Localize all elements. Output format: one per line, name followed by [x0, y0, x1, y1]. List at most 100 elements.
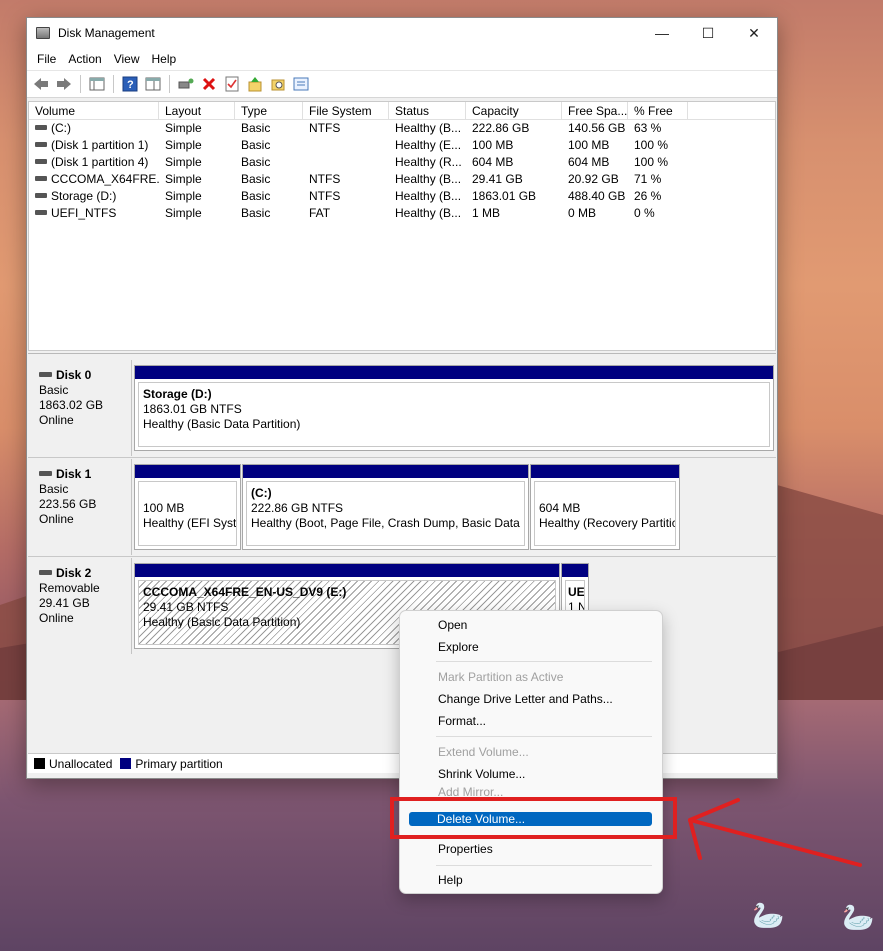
help-icon[interactable]: ? [120, 74, 140, 94]
disk-icon [39, 372, 52, 378]
partition-storage-d[interactable]: Storage (D:) 1863.01 GB NTFS Healthy (Ba… [134, 365, 774, 451]
table-row[interactable]: CCCOMA_X64FRE... Simple Basic NTFS Healt… [29, 171, 775, 188]
cell-percent-free: 100 % [634, 138, 669, 152]
column-header-volume[interactable]: Volume [29, 102, 159, 120]
table-row[interactable]: UEFI_NTFS Simple Basic FAT Healthy (B...… [29, 205, 775, 222]
search-icon[interactable] [268, 74, 288, 94]
forward-icon[interactable] [54, 74, 74, 94]
menu-separator [436, 865, 652, 866]
connect-icon[interactable] [176, 74, 196, 94]
legend-unallocated: Unallocated [49, 756, 113, 771]
table-row[interactable]: (C:) Simple Basic NTFS Healthy (B... 222… [29, 120, 775, 137]
cell-type: Basic [241, 155, 271, 169]
partition-recovery[interactable]: 604 MB Healthy (Recovery Partitic [530, 464, 680, 550]
menu-file[interactable]: File [31, 52, 62, 66]
disk-row-divider [28, 556, 776, 557]
drive-icon [35, 125, 47, 131]
table-row[interactable]: (Disk 1 partition 4) Simple Basic Health… [29, 154, 775, 171]
partition-status: Healthy (Recovery Partitic [539, 516, 676, 530]
disk-name: Disk 2 [56, 566, 92, 580]
maximize-button[interactable]: ☐ [685, 18, 731, 48]
cell-free-space: 100 MB [568, 138, 610, 152]
window-controls: — ☐ ✕ [639, 18, 777, 48]
menu-item-help[interactable]: Help [405, 869, 657, 891]
disk-management-icon [36, 27, 50, 39]
window-title: Disk Management [58, 26, 155, 40]
menu-separator [436, 736, 652, 737]
menu-item-format[interactable]: Format... [405, 710, 657, 732]
disk-type: Basic [39, 482, 69, 496]
disk-type: Basic [39, 383, 69, 397]
disk-icon [39, 471, 52, 477]
partition-bar [135, 564, 559, 577]
column-header-free-space[interactable]: Free Spa... [562, 102, 628, 120]
partition-size: 604 MB [539, 501, 581, 515]
column-header-status[interactable]: Status [389, 102, 466, 120]
partition-status: Healthy (Basic Data Partition) [143, 417, 301, 431]
volume-list-header: Volume Layout Type File System Status Ca… [29, 102, 775, 120]
cell-layout: Simple [165, 155, 202, 169]
menu-view[interactable]: View [108, 52, 146, 66]
partition-bar [135, 465, 240, 478]
cell-status: Healthy (R... [395, 155, 462, 169]
annotation-highlight-box [390, 797, 677, 839]
partition-bar [531, 465, 679, 478]
cell-capacity: 1 MB [472, 206, 501, 220]
partition-info: 604 MB Healthy (Recovery Partitic [534, 481, 676, 546]
checklist-icon[interactable] [222, 74, 242, 94]
menu-item-change-drive-letter[interactable]: Change Drive Letter and Paths... [405, 688, 657, 710]
column-header-capacity[interactable]: Capacity [466, 102, 562, 120]
menu-action[interactable]: Action [62, 52, 107, 66]
column-header-file-system[interactable]: File System [303, 102, 389, 120]
minimize-button[interactable]: — [639, 18, 685, 48]
drive-icon [35, 142, 47, 148]
cell-layout: Simple [165, 206, 202, 220]
table-row[interactable]: Storage (D:) Simple Basic NTFS Healthy (… [29, 188, 775, 205]
partition-bar [562, 564, 588, 577]
disk-2-label[interactable]: Disk 2 Removable 29.41 GB Online [29, 558, 132, 654]
cell-layout: Simple [165, 138, 202, 152]
toolbar: ? [27, 70, 777, 98]
toolbar-separator [113, 75, 114, 93]
cell-free-space: 140.56 GB [568, 121, 626, 135]
close-button[interactable]: ✕ [731, 18, 777, 48]
menu-help[interactable]: Help [146, 52, 183, 66]
menu-item-explore[interactable]: Explore [405, 636, 657, 658]
cell-type: Basic [241, 172, 271, 186]
cell-volume: (C:) [51, 121, 71, 135]
column-header-layout[interactable]: Layout [159, 102, 235, 120]
menu-item-shrink-volume[interactable]: Shrink Volume... [405, 763, 657, 785]
partition-c[interactable]: (C:) 222.86 GB NTFS Healthy (Boot, Page … [242, 464, 529, 550]
menu-item-open[interactable]: Open [405, 614, 657, 636]
drive-icon [35, 159, 47, 165]
properties-icon[interactable] [291, 74, 311, 94]
column-header-percent-free[interactable]: % Free [628, 102, 688, 120]
cell-layout: Simple [165, 121, 202, 135]
cell-file-system: NTFS [309, 189, 341, 203]
partition-size: 1863.01 GB NTFS [143, 402, 242, 416]
partition-size: 222.86 GB NTFS [251, 501, 344, 515]
cell-percent-free: 26 % [634, 189, 662, 203]
disk-size: 1863.02 GB [39, 398, 104, 412]
partition-bar [243, 465, 528, 478]
partition-efi[interactable]: 100 MB Healthy (EFI Syste [134, 464, 241, 550]
console-tree-icon[interactable] [87, 74, 107, 94]
cell-type: Basic [241, 206, 271, 220]
disk-0-label[interactable]: Disk 0 Basic 1863.02 GB Online [29, 360, 132, 456]
cell-capacity: 604 MB [472, 155, 514, 169]
volume-list[interactable]: Volume Layout Type File System Status Ca… [28, 101, 776, 351]
disk-1-label[interactable]: Disk 1 Basic 223.56 GB Online [29, 459, 132, 555]
menu-item-properties[interactable]: Properties [405, 838, 657, 860]
column-header-type[interactable]: Type [235, 102, 303, 120]
table-row[interactable]: (Disk 1 partition 1) Simple Basic Health… [29, 137, 775, 154]
up-icon[interactable] [245, 74, 265, 94]
cell-file-system [303, 154, 389, 171]
cell-layout: Simple [165, 172, 202, 186]
cell-status: Healthy (B... [395, 206, 462, 220]
back-icon[interactable] [31, 74, 51, 94]
goose-icon: 🦢 [752, 900, 785, 930]
delete-icon[interactable] [199, 74, 219, 94]
show-hide-icon[interactable] [143, 74, 163, 94]
cell-volume: (Disk 1 partition 4) [51, 155, 149, 169]
partition-info: 100 MB Healthy (EFI Syste [138, 481, 237, 546]
